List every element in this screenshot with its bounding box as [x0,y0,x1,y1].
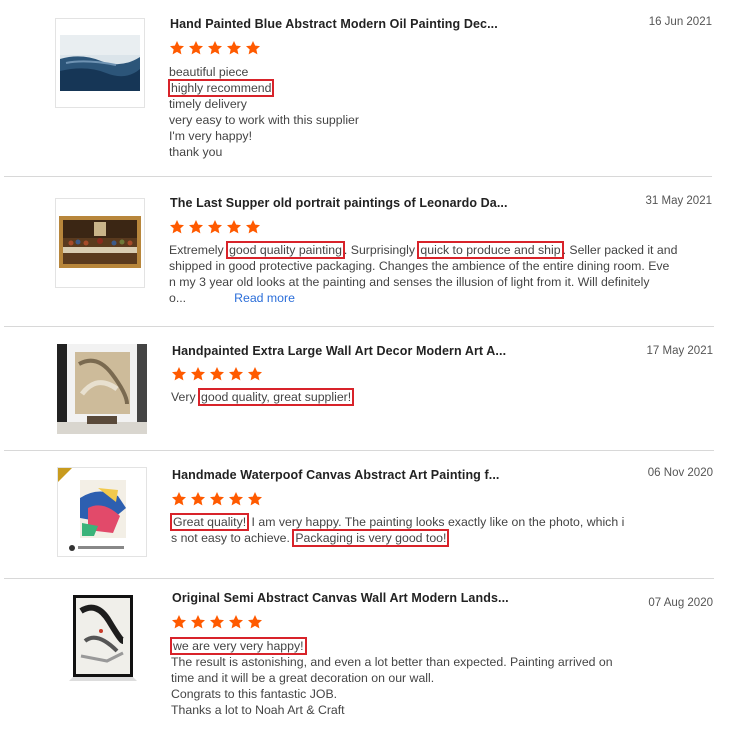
highlighted-phrase: good quality painting [226,241,345,259]
product-title[interactable]: Handmade Waterpoof Canvas Abstract Art P… [172,468,499,482]
star-rating [171,491,263,507]
star-icon [191,615,205,629]
review-date: 07 Aug 2020 [648,597,713,609]
star-icon [246,220,260,234]
review-line: very easy to work with this supplier [169,113,359,127]
review-date: 31 May 2021 [645,195,713,207]
highlighted-phrase: quick to produce and ship [417,241,564,259]
star-icon [210,367,224,381]
large-wall-art-image [57,344,147,434]
last-supper-painting-image [56,199,144,287]
star-rating [169,40,261,56]
review-line: n my 3 year old looks at the painting an… [169,275,650,289]
review-line: timely delivery [169,97,247,111]
review-line: shipped in good protective packaging. Ch… [169,259,670,273]
star-icon [170,41,184,55]
star-icon [229,615,243,629]
star-icon [172,492,186,506]
product-title[interactable]: Handpainted Extra Large Wall Art Decor M… [172,344,506,358]
review-fragment: Extremely [169,243,228,257]
review-fragment: s not easy to achieve. [171,531,294,545]
divider [4,176,712,177]
star-icon [227,220,241,234]
semi-abstract-canvas-image [57,591,147,681]
review-line: Thanks a lot to Noah Art & Craft [171,703,345,717]
review-text: beautiful piece highly recommend timely … [168,64,359,160]
divider [4,578,714,579]
review-fragment: o... [169,291,187,305]
review-line: beautiful piece [169,65,249,79]
divider [4,326,714,327]
review-date: 06 Nov 2020 [647,467,713,479]
review-text: Great quality! I am very happy. The pain… [170,513,625,547]
star-icon [189,41,203,55]
star-icon [208,220,222,234]
star-icon [248,367,262,381]
star-icon [229,367,243,381]
review-date: 16 Jun 2021 [648,16,712,28]
star-icon [210,492,224,506]
product-title[interactable]: Original Semi Abstract Canvas Wall Art M… [172,591,509,605]
review-text: we are very very happy! The result is as… [170,637,613,718]
review-fragment: . Seller packed it and [562,243,678,257]
review-date: 17 May 2021 [646,345,714,357]
review-line: Congrats to this fantastic JOB. [171,687,338,701]
highlighted-phrase: good quality, great supplier! [198,388,355,406]
star-icon [246,41,260,55]
product-thumbnail[interactable] [57,467,147,557]
highlighted-phrase: Packaging is very good too! [292,529,450,547]
blue-abstract-painting-image [56,19,144,107]
star-icon [227,41,241,55]
product-title[interactable]: The Last Supper old portrait paintings o… [170,196,508,210]
star-icon [170,220,184,234]
star-rating [171,366,263,382]
star-icon [191,492,205,506]
highlighted-phrase: we are very very happy! [170,637,307,655]
product-thumbnail[interactable] [55,18,145,108]
star-icon [229,492,243,506]
review-line: thank you [169,145,223,159]
star-icon [248,615,262,629]
read-more-link[interactable]: Read more [234,291,295,305]
product-thumbnail[interactable] [55,198,145,288]
colorful-abstract-painting-image [58,468,146,556]
star-rating [169,219,261,235]
review-text: Extremely good quality painting. Surpris… [169,241,678,306]
highlighted-phrase: highly recommend [168,79,275,97]
star-icon [210,615,224,629]
star-icon [172,615,186,629]
star-icon [189,220,203,234]
product-thumbnail[interactable] [57,591,147,681]
star-icon [248,492,262,506]
review-text: Very good quality, great supplier! [171,388,355,406]
review-line: The result is astonishing, and even a lo… [171,655,613,669]
review-line: I'm very happy! [169,129,252,143]
review-line: time and it will be a great decoration o… [171,671,435,685]
highlighted-phrase: Great quality! [170,513,250,531]
review-fragment: Very [171,390,200,404]
star-icon [208,41,222,55]
review-fragment: . Surprisingly [343,243,419,257]
product-title[interactable]: Hand Painted Blue Abstract Modern Oil Pa… [170,17,498,31]
star-icon [191,367,205,381]
star-icon [172,367,186,381]
divider [4,450,714,451]
star-rating [171,614,263,630]
review-fragment: I am very happy. The painting looks exac… [248,515,625,529]
product-thumbnail[interactable] [57,344,147,434]
